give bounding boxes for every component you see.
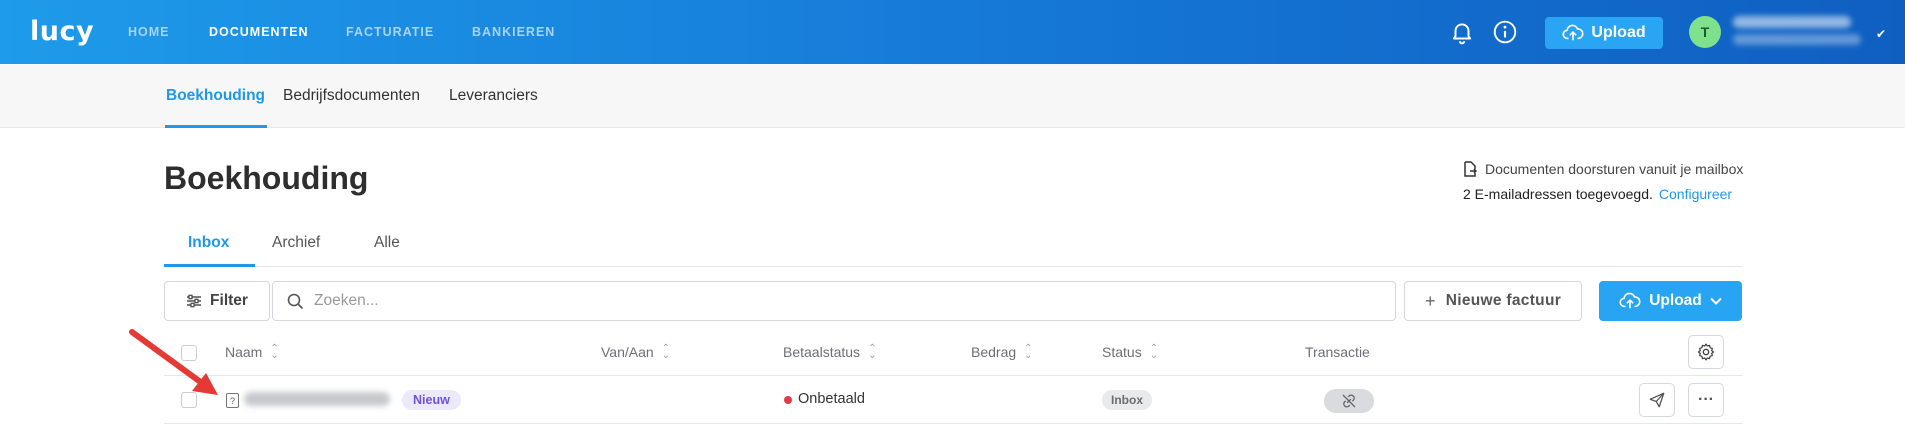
tab-archief[interactable]: Archief [272, 234, 320, 252]
column-transactie-label: Transactie [1305, 344, 1370, 360]
document-forward-icon [1464, 161, 1477, 177]
status-badge: Inbox [1102, 390, 1152, 410]
cloud-upload-icon [1562, 24, 1584, 41]
table-settings-button[interactable] [1688, 335, 1724, 369]
column-betaalstatus-label: Betaalstatus [783, 344, 861, 360]
sort-icon: ⌃ ⌄ [661, 343, 671, 361]
bell-icon[interactable] [1449, 19, 1475, 45]
filter-button[interactable]: Filter [164, 281, 270, 321]
upload-button[interactable]: Upload [1599, 281, 1742, 321]
column-transactie: Transactie [1305, 344, 1370, 360]
upload-label: Upload [1649, 292, 1702, 309]
account-subtitle-redacted [1733, 34, 1861, 45]
info-icon[interactable] [1492, 19, 1518, 45]
nav-bankieren[interactable]: BANKIEREN [472, 25, 555, 39]
tabs-divider [164, 266, 1742, 267]
app-logo[interactable]: lucy [30, 16, 94, 47]
plus-icon: + [1424, 290, 1436, 311]
tab-inbox[interactable]: Inbox [188, 234, 229, 252]
new-invoice-button[interactable]: + Nieuwe factuur [1404, 281, 1582, 321]
subnav-boekhouding[interactable]: Boekhouding [166, 87, 265, 105]
account-menu-chevron-icon[interactable]: ✔ [1876, 27, 1886, 41]
sort-icon: ⌃ ⌄ [1149, 343, 1159, 361]
chevron-down-icon [1710, 297, 1722, 305]
column-bedrag-label: Bedrag [971, 344, 1017, 360]
emails-added-text: 2 E-mailadressen toegevoegd. [1463, 186, 1653, 202]
unpaid-status-dot [784, 396, 792, 404]
emails-added-info: 2 E-mailadressen toegevoegd. Configureer [1463, 186, 1732, 202]
search-placeholder: Zoeken... [314, 292, 379, 309]
column-naam[interactable]: Naam ⌃ ⌄ [225, 343, 279, 361]
send-icon [1649, 392, 1665, 408]
upload-top-label: Upload [1591, 24, 1646, 41]
nav-home[interactable]: HOME [128, 25, 170, 39]
document-name-redacted[interactable] [244, 392, 390, 406]
transaction-link-button[interactable] [1324, 389, 1374, 413]
configure-link[interactable]: Configureer [1659, 186, 1732, 202]
mailbox-forward-info[interactable]: Documenten doorsturen vanuit je mailbox [1463, 161, 1743, 177]
new-invoice-label: Nieuwe factuur [1445, 292, 1562, 309]
column-bedrag[interactable]: Bedrag ⌃ ⌄ [971, 343, 1033, 361]
column-van-aan[interactable]: Van/Aan ⌃ ⌄ [601, 343, 671, 361]
sliders-icon [187, 294, 202, 308]
more-options-button[interactable]: ··· [1688, 383, 1724, 417]
nav-documenten[interactable]: DOCUMENTEN [209, 25, 309, 39]
filter-label: Filter [210, 292, 248, 309]
search-input[interactable]: Zoeken... [272, 281, 1396, 321]
account-name-redacted [1733, 16, 1851, 28]
column-naam-label: Naam [225, 344, 263, 360]
page-title: Boekhouding [164, 160, 369, 196]
cloud-upload-icon [1619, 292, 1641, 309]
column-betaalstatus[interactable]: Betaalstatus ⌃ ⌄ [783, 343, 877, 361]
sort-icon: ⌃ ⌄ [868, 343, 877, 361]
new-badge: Nieuw [402, 390, 461, 410]
sort-icon: ⌃ ⌄ [270, 343, 279, 361]
send-button[interactable] [1639, 383, 1675, 417]
top-navigation-bar: lucy HOME DOCUMENTEN FACTURATIE BANKIERE… [0, 0, 1905, 64]
table-row-divider [164, 423, 1742, 424]
mailbox-forward-label: Documenten doorsturen vanuit je mailbox [1485, 161, 1744, 177]
sub-navigation: Boekhouding Bedrijfsdocumenten Leveranci… [0, 64, 1905, 128]
column-status[interactable]: Status ⌃ ⌄ [1102, 343, 1159, 361]
subnav-bedrijfsdocumenten[interactable]: Bedrijfsdocumenten [283, 87, 420, 105]
subnav-active-indicator [165, 125, 267, 128]
search-icon [287, 293, 304, 309]
gear-icon [1697, 343, 1715, 361]
nav-facturatie[interactable]: FACTURATIE [346, 25, 434, 39]
unlink-icon [1342, 394, 1356, 408]
subnav-leveranciers[interactable]: Leveranciers [449, 87, 538, 105]
column-van-aan-label: Van/Aan [601, 344, 654, 360]
tab-active-indicator [164, 264, 255, 267]
tab-alle[interactable]: Alle [374, 234, 400, 252]
more-options-icon: ··· [1698, 391, 1714, 408]
column-status-label: Status [1102, 344, 1142, 360]
annotation-arrow-icon [129, 329, 218, 395]
sort-icon: ⌃ ⌄ [1024, 343, 1033, 361]
payment-status: Onbetaald [798, 391, 865, 407]
avatar[interactable]: T [1689, 16, 1721, 48]
upload-button-top[interactable]: Upload [1545, 17, 1663, 49]
table-header-divider [164, 375, 1742, 376]
